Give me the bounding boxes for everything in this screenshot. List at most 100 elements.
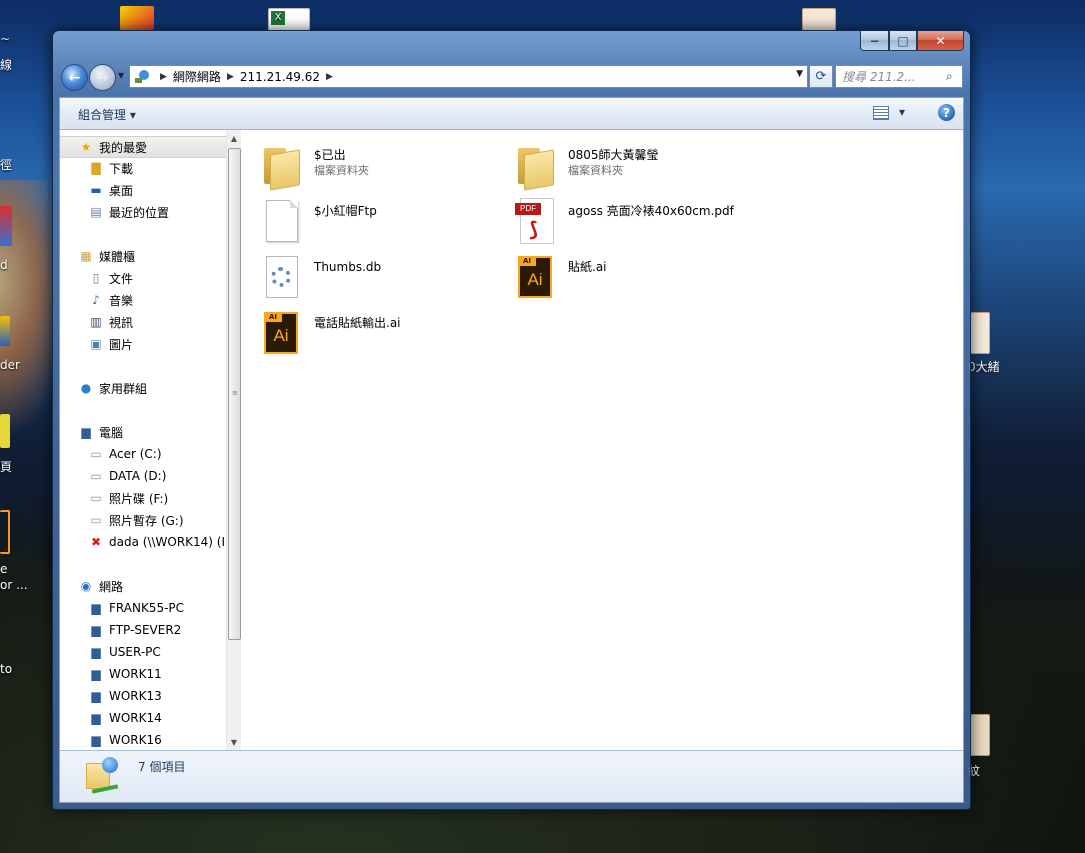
search-input[interactable]: 搜尋 211.2... xyxy=(836,68,946,85)
search-box[interactable]: 搜尋 211.2... ⌕ xyxy=(835,65,963,88)
file-item[interactable]: AI Ai 貼紙.ai xyxy=(514,252,607,300)
video-icon: ▥ xyxy=(90,315,102,329)
nav-label: WORK16 xyxy=(109,733,162,747)
close-icon: ✕ xyxy=(935,33,946,48)
file-item[interactable]: AI Ai 電話貼紙輸出.ai xyxy=(260,308,401,356)
desktop-icon-file[interactable] xyxy=(802,6,838,32)
file-item[interactable]: Thumbs.db xyxy=(260,252,381,300)
network-location-icon xyxy=(135,69,149,83)
help-button[interactable]: ? xyxy=(938,104,955,121)
nav-item-pictures[interactable]: ▣ 圖片 xyxy=(60,334,133,354)
nav-label: FTP-SEVER2 xyxy=(109,623,182,637)
breadcrumb-separator[interactable]: ▶ xyxy=(227,72,234,82)
nav-label: WORK11 xyxy=(109,667,162,681)
maximize-button[interactable]: □ xyxy=(889,31,917,51)
network-icon: ~ xyxy=(0,32,11,46)
refresh-button[interactable]: ⟳ xyxy=(809,65,833,88)
scrollbar-thumb[interactable]: ≡ xyxy=(228,148,241,640)
network-icon: ◉ xyxy=(80,579,92,593)
file-item[interactable]: $小紅帽Ftp xyxy=(260,196,377,244)
breadcrumb-ip[interactable]: 211.21.49.62 xyxy=(240,70,320,84)
nav-label: FRANK55-PC xyxy=(109,601,185,615)
nav-computer[interactable]: ▆ 電腦 xyxy=(60,422,123,442)
nav-label: 圖片 xyxy=(109,337,134,352)
nav-item-drive-c[interactable]: ▭ Acer (C:) xyxy=(60,444,161,464)
desktop-icon-excel[interactable]: X xyxy=(268,6,314,32)
pdf-icon: PDF ⟆ xyxy=(514,196,560,244)
file-list: $已出 檔案資料夾 0805師大黃馨瑩 檔案資料夾 $小紅帽Ftp PDF ⟆ ago… xyxy=(242,130,963,750)
organize-button[interactable]: 組合管理 ▾ xyxy=(78,106,136,123)
breadcrumb-network[interactable]: 網際網路 xyxy=(173,68,221,85)
help-icon: ? xyxy=(943,105,950,120)
file-name: Thumbs.db xyxy=(314,260,382,274)
file-name: 貼紙.ai xyxy=(568,260,607,274)
nav-homegroup[interactable]: ● 家用群組 xyxy=(60,378,147,398)
forward-button[interactable]: → xyxy=(89,64,116,91)
breadcrumb-separator[interactable]: ▶ xyxy=(160,72,167,82)
nav-item-drive-d[interactable]: ▭ DATA (D:) xyxy=(60,466,166,486)
scroll-down-icon[interactable]: ▼ xyxy=(227,734,241,750)
nav-item-recent[interactable]: ▤ 最近的位置 xyxy=(60,202,169,222)
nav-label: 媒體櫃 xyxy=(99,249,136,264)
breadcrumb-separator[interactable]: ▶ xyxy=(326,72,333,82)
nav-item-drive-g[interactable]: ▭ 照片暫存 (G:) xyxy=(60,510,183,530)
desktop-icon-2[interactable]: 徑 xyxy=(0,156,12,173)
forward-arrow-icon: → xyxy=(96,69,109,86)
excel-icon: X xyxy=(268,8,310,32)
nav-item-documents[interactable]: ▯ 文件 xyxy=(60,268,133,288)
nav-item-drive-i[interactable]: ✖ dada (\\WORK14) (I xyxy=(60,532,225,552)
recent-pages-dropdown[interactable]: ▼ xyxy=(118,71,124,80)
folder-icon xyxy=(514,140,560,191)
view-dropdown-label: ▾ xyxy=(898,105,905,119)
nav-label: 桌面 xyxy=(109,183,134,198)
back-button[interactable]: ← xyxy=(61,64,88,91)
document-icon xyxy=(970,312,990,354)
file-name: $小紅帽Ftp xyxy=(314,204,377,218)
change-view-button[interactable]: ▾ xyxy=(872,105,905,120)
address-dropdown-icon[interactable]: ▼ xyxy=(796,69,803,79)
desktop-icon-label: d xyxy=(0,258,8,272)
nav-item-drive-f[interactable]: ▭ 照片碟 (F:) xyxy=(60,488,168,508)
explorer-window: − □ ✕ ← → ▼ ▶ 網際網路 ▶ 211.21.49.62 ▶ ▼ ⟳ … xyxy=(52,30,971,810)
nav-item-computer[interactable]: ▆ WORK14 xyxy=(60,708,161,728)
homegroup-icon: ● xyxy=(80,381,92,395)
file-item[interactable]: $已出 檔案資料夾 xyxy=(260,140,369,191)
desktop-icon-7[interactable]: to xyxy=(0,662,12,676)
nav-item-computer[interactable]: ▆ FRANK55-PC xyxy=(60,598,184,618)
nav-item-computer[interactable]: ▆ USER-PC xyxy=(60,642,161,662)
nav-item-videos[interactable]: ▥ 視訊 xyxy=(60,312,133,332)
nav-item-computer[interactable]: ▆ WORK13 xyxy=(60,686,161,706)
documents-icon: ▯ xyxy=(92,271,100,285)
navigation-scrollbar[interactable]: ▲ ≡ ▼ xyxy=(226,130,241,750)
nav-item-desktop[interactable]: ▬ 桌面 xyxy=(60,180,133,200)
app-icon xyxy=(0,510,10,554)
library-icon: ▦ xyxy=(80,249,92,263)
nav-label: USER-PC xyxy=(109,645,161,659)
search-icon[interactable]: ⌕ xyxy=(946,69,962,84)
desktop-icon-paint[interactable] xyxy=(116,4,164,30)
nav-network[interactable]: ◉ 網路 xyxy=(60,576,123,596)
file-item[interactable]: PDF ⟆ agoss 亮面冷裱40x60cm.pdf xyxy=(514,196,734,244)
nav-item-computer[interactable]: ▆ FTP-SEVER2 xyxy=(60,620,181,640)
nav-item-computer[interactable]: ▆ WORK11 xyxy=(60,664,162,684)
file-name: 電話貼紙輸出.ai xyxy=(314,316,401,330)
desktop-icon-1[interactable]: ~ 線 xyxy=(0,32,12,72)
nav-item-downloads[interactable]: ▇ 下載 xyxy=(60,158,133,178)
file-name: agoss 亮面冷裱40x60cm.pdf xyxy=(568,204,734,218)
nav-favorites[interactable]: ★ 我的最愛 xyxy=(60,136,239,158)
music-icon: ♪ xyxy=(92,293,100,307)
file-item[interactable]: 0805師大黃馨瑩 檔案資料夾 xyxy=(514,140,659,191)
view-list-icon xyxy=(872,105,889,120)
close-button[interactable]: ✕ xyxy=(917,31,964,51)
network-location-icon xyxy=(86,757,122,797)
nav-item-computer[interactable]: ▆ WORK16 xyxy=(60,730,162,750)
computer-icon: ▆ xyxy=(91,667,101,681)
nav-libraries[interactable]: ▦ 媒體櫃 xyxy=(60,246,135,266)
minimize-button[interactable]: − xyxy=(860,31,889,51)
nav-item-music[interactable]: ♪ 音樂 xyxy=(60,290,133,310)
scroll-up-icon[interactable]: ▲ xyxy=(227,130,241,146)
star-icon: ★ xyxy=(80,140,92,154)
address-bar[interactable]: ▶ 網際網路 ▶ 211.21.49.62 ▶ ▼ xyxy=(129,65,808,88)
computer-icon: ▆ xyxy=(91,601,101,615)
caption-buttons: − □ ✕ xyxy=(860,31,964,51)
